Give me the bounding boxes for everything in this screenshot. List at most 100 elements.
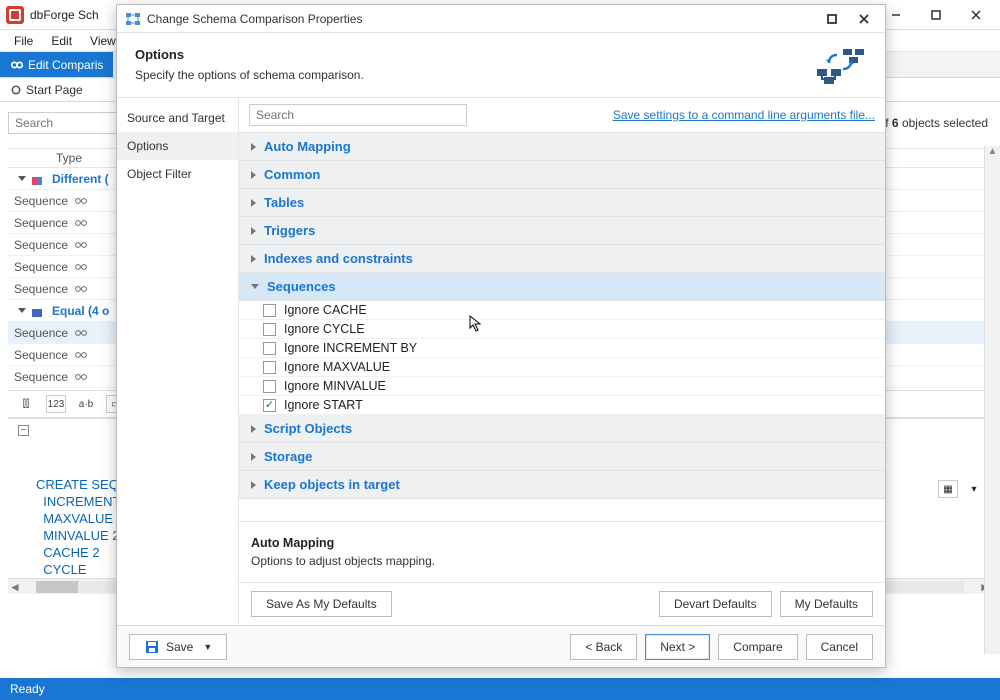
checkbox[interactable] (263, 342, 276, 355)
category-tables[interactable]: Tables (239, 189, 885, 217)
code-line: CYCLE (36, 562, 87, 577)
option-ignore-maxvalue[interactable]: Ignore MAXVALUE (239, 358, 885, 377)
category-keep-objects-in-target[interactable]: Keep objects in target (239, 471, 885, 499)
sequence-label: Sequence (14, 260, 68, 274)
compare-button[interactable]: Compare (718, 634, 797, 660)
dialog-footer: Save ▼ < Back Next > Compare Cancel (117, 625, 885, 667)
ab-icon[interactable]: a·b (76, 395, 96, 413)
save-cmdline-link[interactable]: Save settings to a command line argument… (613, 108, 875, 122)
option-ignore-start[interactable]: Ignore START (239, 396, 885, 415)
grid-icon[interactable]: ▦ (938, 480, 958, 498)
code-num: 2 (92, 545, 99, 560)
category-common[interactable]: Common (239, 161, 885, 189)
save-label: Save (166, 640, 193, 654)
next-button[interactable]: Next > (645, 634, 710, 660)
my-defaults-button[interactable]: My Defaults (780, 591, 873, 617)
option-ignore-minvalue[interactable]: Ignore MINVALUE (239, 377, 885, 396)
main-close-button[interactable] (962, 5, 990, 25)
chevron-right-icon (251, 481, 256, 489)
option-ignore-cycle[interactable]: Ignore CYCLE (239, 320, 885, 339)
category-auto-mapping[interactable]: Auto Mapping (239, 133, 885, 161)
menu-edit[interactable]: Edit (43, 32, 80, 50)
category-label: Triggers (264, 223, 315, 238)
dialog-titlebar: Change Schema Comparison Properties (117, 5, 885, 33)
sidenav-source-target[interactable]: Source and Target (117, 104, 238, 132)
vertical-scrollbar[interactable]: ▲ (984, 146, 1000, 654)
code-kw: MAXVALUE (36, 511, 117, 526)
tab-label: Edit Comparis (28, 58, 103, 72)
dialog-close-button[interactable] (851, 9, 877, 29)
checkbox[interactable] (263, 361, 276, 374)
statusbar: Ready (0, 678, 1000, 700)
dialog-header-subtitle: Specify the options of schema comparison… (135, 68, 364, 82)
home-icon (10, 84, 22, 96)
options-list: Auto MappingCommon Tables Triggers Indexes … (239, 132, 885, 521)
category-sequences[interactable]: Sequences (239, 273, 885, 301)
category-label: Storage (264, 449, 312, 464)
tab-edit-comparison[interactable]: Edit Comparis (0, 52, 113, 77)
dialog-title: Change Schema Comparison Properties (147, 12, 813, 26)
dialog-toolbar: Save settings to a command line argument… (239, 98, 885, 132)
objects-selected-label: of 6 objects selected (879, 116, 988, 130)
main-minimize-button[interactable] (882, 5, 910, 25)
option-ignore-cache[interactable]: Ignore CACHE (239, 301, 885, 320)
category-indexes-and-constraints[interactable]: Indexes and constraints (239, 245, 885, 273)
chevron-right-icon (251, 143, 256, 151)
sequence-icon (74, 194, 88, 208)
back-button[interactable]: < Back (570, 634, 637, 660)
chevron-down-icon (18, 308, 26, 313)
option-description: Auto Mapping Options to adjust objects m… (239, 521, 885, 582)
save-button[interactable]: Save ▼ (129, 634, 227, 660)
options-search-input[interactable] (249, 104, 467, 126)
checkbox[interactable] (263, 323, 276, 336)
chevron-down-icon (18, 176, 26, 181)
option-label: Ignore START (284, 398, 363, 412)
group-different-label: Different ( (52, 172, 109, 186)
chevron-right-icon (251, 199, 256, 207)
schema-compare-icon (125, 11, 141, 27)
sequence-icon (74, 238, 88, 252)
desc-title: Auto Mapping (251, 536, 873, 550)
category-script-objects[interactable]: Script Objects (239, 415, 885, 443)
checkbox[interactable] (263, 380, 276, 393)
sequence-label: Sequence (14, 370, 68, 384)
dialog-body: Source and Target Options Object Filter … (117, 98, 885, 625)
different-icon (32, 174, 46, 184)
collapse-toggle[interactable]: − (18, 425, 29, 436)
equal-icon (32, 306, 46, 316)
code-kw: CACHE (36, 545, 92, 560)
chevron-right-icon (251, 171, 256, 179)
checkbox[interactable] (263, 304, 276, 317)
sequence-icon (74, 216, 88, 230)
category-label: Tables (264, 195, 304, 210)
sequence-icon (74, 326, 88, 340)
right-view-icons: ▦ ▾ (938, 480, 984, 498)
menu-file[interactable]: File (6, 32, 41, 50)
sequence-label: Sequence (14, 326, 68, 340)
devart-defaults-button[interactable]: Devart Defaults (659, 591, 772, 617)
start-page-label: Start Page (26, 83, 83, 97)
dialog-maximize-button[interactable] (819, 9, 845, 29)
option-label: Ignore CACHE (284, 303, 367, 317)
code-kw: MINVALUE (36, 528, 112, 543)
dropdown-icon[interactable]: ▾ (964, 480, 984, 498)
checkbox[interactable] (263, 399, 276, 412)
schema-comparison-dialog: Change Schema Comparison Properties Opti… (116, 4, 886, 668)
category-triggers[interactable]: Triggers (239, 217, 885, 245)
123-icon[interactable]: 123 (46, 395, 66, 413)
sequence-label: Sequence (14, 238, 68, 252)
chevron-right-icon (251, 453, 256, 461)
category-label: Script Objects (264, 421, 352, 436)
dialog-header: Options Specify the options of schema co… (117, 33, 885, 98)
split-vertical-icon[interactable]: ⫿⫿ (16, 395, 36, 413)
sidenav-options[interactable]: Options (117, 132, 238, 160)
main-maximize-button[interactable] (922, 5, 950, 25)
option-ignore-increment-by[interactable]: Ignore INCREMENT BY (239, 339, 885, 358)
cancel-button[interactable]: Cancel (806, 634, 873, 660)
sidenav-object-filter[interactable]: Object Filter (117, 160, 238, 188)
sequence-label: Sequence (14, 194, 68, 208)
chevron-right-icon (251, 255, 256, 263)
category-label: Sequences (267, 279, 336, 294)
category-storage[interactable]: Storage (239, 443, 885, 471)
save-as-my-defaults-button[interactable]: Save As My Defaults (251, 591, 392, 617)
